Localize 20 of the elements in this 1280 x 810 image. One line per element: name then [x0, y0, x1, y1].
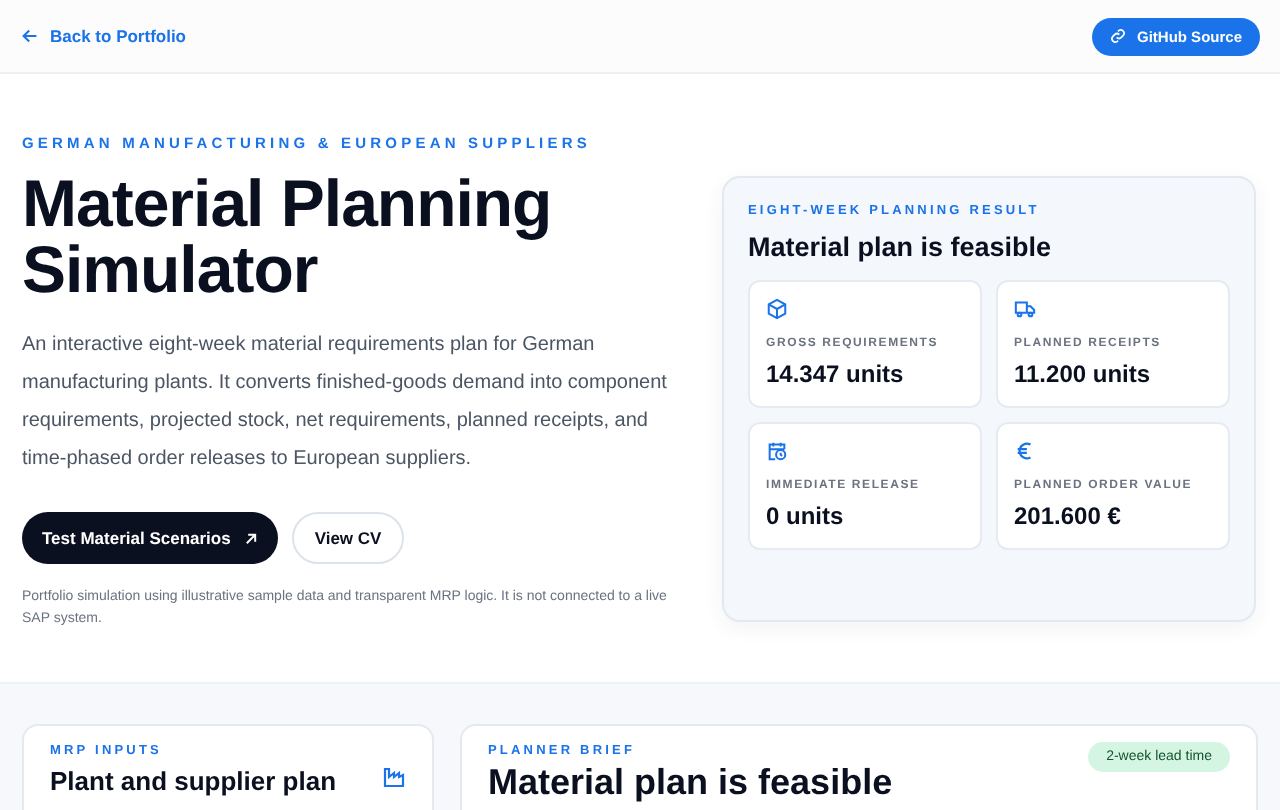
- view-cv-button[interactable]: View CV: [292, 512, 404, 564]
- truck-icon: [1014, 298, 1036, 320]
- page-title: Material Planning Simulator: [22, 170, 554, 302]
- stat-value: 14.347 units: [766, 360, 906, 388]
- stat-value: 0 units: [766, 502, 846, 530]
- test-scenarios-button[interactable]: Test Material Scenarios: [22, 512, 279, 564]
- factory-icon: [382, 764, 406, 790]
- euro-icon: [1014, 440, 1036, 462]
- link-icon: [1110, 28, 1127, 44]
- stat-value: 201.600 €: [1014, 502, 1123, 530]
- back-link[interactable]: Back to Portfolio: [22, 26, 187, 46]
- stat-value: 11.200 units: [1014, 360, 1153, 388]
- card-title: Plant and supplier plan: [50, 766, 337, 798]
- calendar-clock-icon: [766, 440, 788, 462]
- card-title: Material plan is feasible: [748, 232, 1054, 262]
- arrow-up-right-icon: [244, 531, 259, 545]
- cube-icon: [766, 298, 788, 320]
- card-title: Material plan is feasible: [488, 762, 893, 804]
- description: An interactive eight-week material requirements plan for German manufacturing plants. It converts finished-goods demand into component requirements, projected stock, net requirements, planned receipts, and time-phased order releases to European suppliers.: [22, 332, 669, 474]
- arrow-left-icon: [22, 28, 38, 44]
